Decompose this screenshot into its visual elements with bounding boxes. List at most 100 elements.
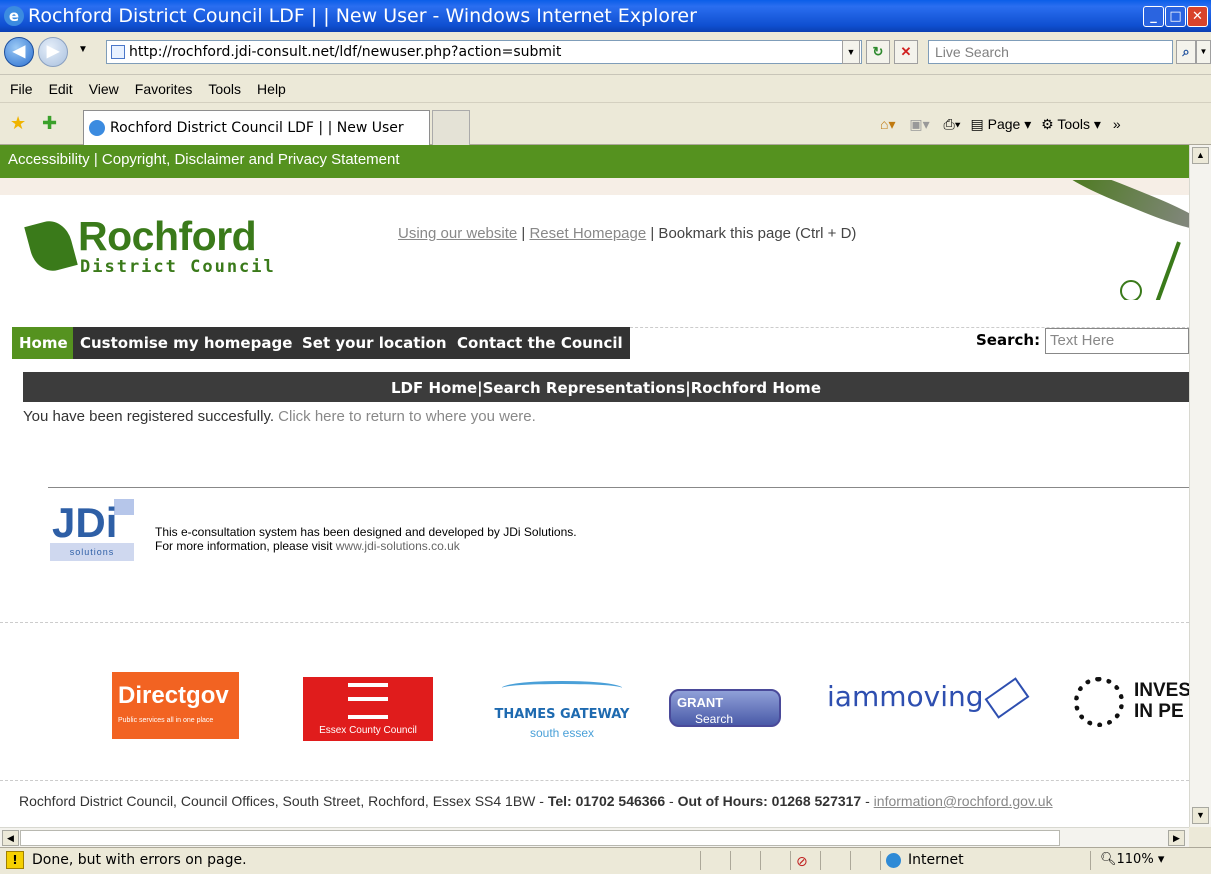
footer-tel: Tel: 01702 546366 [547, 793, 666, 809]
url-text: http://rochford.jdi-consult.net/ldf/newu… [129, 44, 562, 60]
footer-separator: - [861, 793, 874, 809]
feeds-icon[interactable]: ▣▾ [909, 116, 929, 132]
maximize-button[interactable]: □ [1165, 6, 1186, 27]
add-favorite-icon[interactable]: ✚ [42, 113, 57, 134]
iammoving-text: iammoving [827, 680, 984, 713]
footer-out-of-hours: Out of Hours: 01268 527317 [677, 793, 862, 809]
thames-gateway-logo[interactable]: THAMES GATEWAY south essex [492, 673, 632, 743]
nav-contact[interactable]: Contact the Council [450, 327, 630, 359]
essex-seaxes-icon [348, 683, 388, 719]
essex-council-logo[interactable]: Essex County Council [303, 677, 433, 741]
chevron-more-icon[interactable]: » [1113, 116, 1121, 132]
print-icon[interactable]: ⎙▾ [944, 116, 961, 132]
scroll-thumb[interactable] [20, 830, 1060, 846]
jdi-logo-sub: solutions [50, 543, 134, 561]
logo-sub: District Council [80, 257, 276, 277]
logo-name: Rochford [78, 213, 257, 259]
grant-search-logo[interactable]: GRANT Search [669, 689, 781, 727]
page-menu-label: Page [987, 116, 1021, 132]
zoom-level[interactable]: 🔍︎110% ▾ [1100, 848, 1164, 872]
envelope-icon [984, 677, 1029, 719]
command-bar: ⌂▾ ▣▾ ⎙▾ ▤ Page ▾ ⚙ Tools ▾ » [880, 103, 1211, 145]
scroll-up-icon[interactable]: ▲ [1192, 147, 1209, 164]
address-bar: ◀ ▶ ▼ http://rochford.jdi-consult.net/ld… [0, 32, 1211, 75]
status-text: Done, but with errors on page. [32, 852, 247, 868]
tab-label: Rochford District Council LDF | | New Us… [110, 120, 404, 136]
jdi-credit-line1: This e-consultation system has been desi… [155, 525, 577, 539]
search-icon[interactable]: ⌕ [1176, 40, 1196, 64]
vertical-scrollbar[interactable]: ▲ ▼ [1189, 145, 1211, 827]
jdi-logo[interactable]: JDi solutions [50, 499, 138, 565]
minimize-button[interactable]: _ [1143, 6, 1164, 27]
warning-icon[interactable]: ! [6, 851, 24, 869]
new-tab-button[interactable] [432, 110, 470, 145]
directgov-logo[interactable]: Directgov Public services all in one pla… [112, 672, 239, 739]
registration-message: You have been registered succesfully. Cl… [23, 408, 536, 425]
nav-home[interactable]: Home [12, 327, 75, 359]
live-search-input[interactable]: Live Search [928, 40, 1173, 64]
forward-button[interactable]: ▶ [38, 37, 68, 67]
menu-view[interactable]: View [89, 81, 119, 97]
thames-sub: south essex [529, 726, 595, 740]
nav-customise[interactable]: Customise my homepage [73, 327, 300, 359]
divider [0, 622, 1189, 623]
grant-text: GRANT [677, 695, 724, 710]
footer-email-link[interactable]: information@rochford.gov.uk [874, 793, 1053, 809]
page-menu-button[interactable]: ▤ Page ▾ [971, 116, 1032, 132]
zone-text: Internet [908, 852, 964, 868]
invest-text: INVES IN PE [1134, 680, 1189, 722]
back-button[interactable]: ◀ [4, 37, 34, 67]
jdi-logo-text: JDi [52, 499, 118, 546]
return-link[interactable]: Click here to return to where you were. [278, 408, 536, 425]
home-icon[interactable]: ⌂▾ [880, 116, 895, 132]
footer-address: Rochford District Council, Council Offic… [19, 793, 548, 809]
popup-blocked-icon[interactable]: ⊘ [796, 850, 808, 874]
menu-edit[interactable]: Edit [49, 81, 73, 97]
tab-current[interactable]: Rochford District Council LDF | | New Us… [83, 110, 430, 145]
scroll-left-icon[interactable]: ◀ [2, 830, 19, 846]
menu-tools[interactable]: Tools [208, 81, 241, 97]
menu-file[interactable]: File [10, 81, 33, 97]
wave-icon [502, 681, 622, 695]
ie-logo-icon: e [4, 6, 24, 26]
page-viewport: Accessibility | Copyright, Disclaimer an… [0, 145, 1189, 827]
divider [48, 487, 1189, 488]
window-titlebar: e Rochford District Council LDF | | New … [0, 0, 1211, 32]
accessibility-bar[interactable]: Accessibility | Copyright, Disclaimer an… [0, 145, 1189, 178]
favorites-star-icon[interactable]: ★ [10, 113, 26, 134]
scroll-down-icon[interactable]: ▼ [1192, 807, 1209, 824]
scroll-right-icon[interactable]: ▶ [1168, 830, 1185, 846]
ldf-links-bar[interactable]: LDF Home|Search Representations|Rochford… [23, 372, 1189, 402]
history-dropdown-icon[interactable]: ▼ [78, 44, 88, 55]
grant-sub: Search [695, 712, 734, 726]
nav-set-location[interactable]: Set your location [295, 327, 454, 359]
leaf-decoration [1050, 180, 1189, 300]
directgov-sub: Public services all in one place [118, 717, 214, 724]
refresh-icon[interactable]: ↻ [866, 40, 890, 64]
close-button[interactable]: ✕ [1187, 6, 1208, 27]
stop-icon[interactable]: ✕ [894, 40, 918, 64]
jdi-credit: This e-consultation system has been desi… [155, 525, 577, 553]
tools-menu-button[interactable]: ⚙ Tools ▾ [1041, 116, 1101, 132]
jdi-website-link[interactable]: www.jdi-solutions.co.uk [336, 539, 460, 553]
horizontal-scrollbar[interactable]: ◀ ▶ [0, 827, 1189, 847]
using-website-link[interactable]: Using our website [398, 225, 517, 242]
investors-in-people-logo[interactable]: INVES IN PE [1074, 675, 1189, 735]
leaf-icon [24, 216, 78, 276]
menu-help[interactable]: Help [257, 81, 286, 97]
tools-menu-label: Tools [1057, 116, 1091, 132]
link-separator: | [517, 225, 530, 242]
bookmark-text: | Bookmark this page (Ctrl + D) [646, 225, 857, 242]
essex-text: Essex County Council [319, 725, 417, 736]
site-search-input[interactable]: Text Here [1045, 328, 1189, 354]
url-dropdown-button[interactable]: ▼ [842, 40, 860, 64]
laurel-icon [1074, 677, 1124, 727]
url-input[interactable]: http://rochford.jdi-consult.net/ldf/newu… [106, 40, 862, 64]
reset-homepage-link[interactable]: Reset Homepage [529, 225, 646, 242]
search-options-dropdown[interactable]: ▼ [1196, 40, 1211, 64]
tab-ie-icon [89, 120, 105, 136]
menu-favorites[interactable]: Favorites [135, 81, 193, 97]
zoom-text: 110% [1116, 852, 1154, 867]
menu-bar: File Edit View Favorites Tools Help [0, 75, 1211, 103]
iammoving-logo[interactable]: iammoving [827, 677, 1029, 719]
